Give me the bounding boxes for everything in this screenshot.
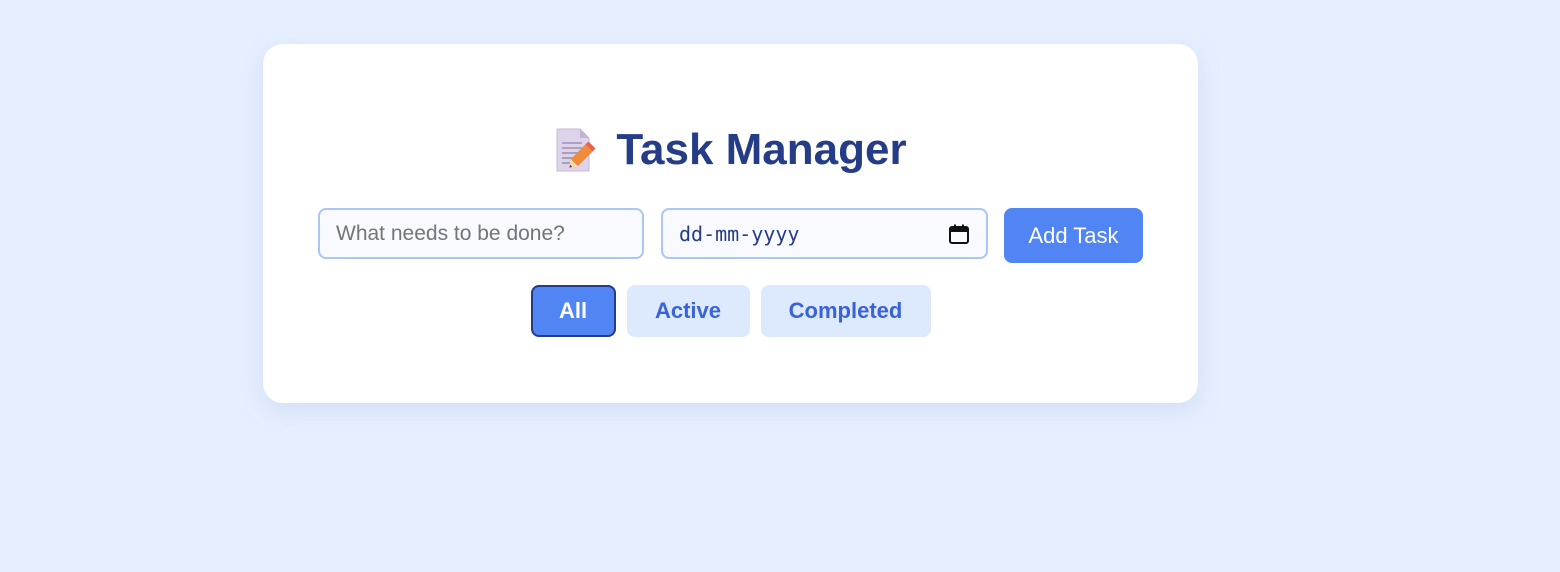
task-manager-card: Task Manager dd-mm-yyyy Add Task All Act… <box>263 44 1198 403</box>
task-input[interactable] <box>318 208 644 259</box>
add-task-button[interactable]: Add Task <box>1004 208 1143 263</box>
filter-all-button[interactable]: All <box>530 285 616 337</box>
header: Task Manager <box>263 124 1198 176</box>
due-date-input[interactable]: dd-mm-yyyy <box>661 208 988 259</box>
filter-active-button[interactable]: Active <box>626 285 750 337</box>
filter-completed-button[interactable]: Completed <box>760 285 931 337</box>
filter-bar: All Active Completed <box>263 285 1198 337</box>
page-title: Task Manager <box>616 125 907 174</box>
date-placeholder: dd-mm-yyyy <box>679 221 800 246</box>
memo-icon <box>554 127 596 173</box>
calendar-icon[interactable] <box>948 223 970 245</box>
